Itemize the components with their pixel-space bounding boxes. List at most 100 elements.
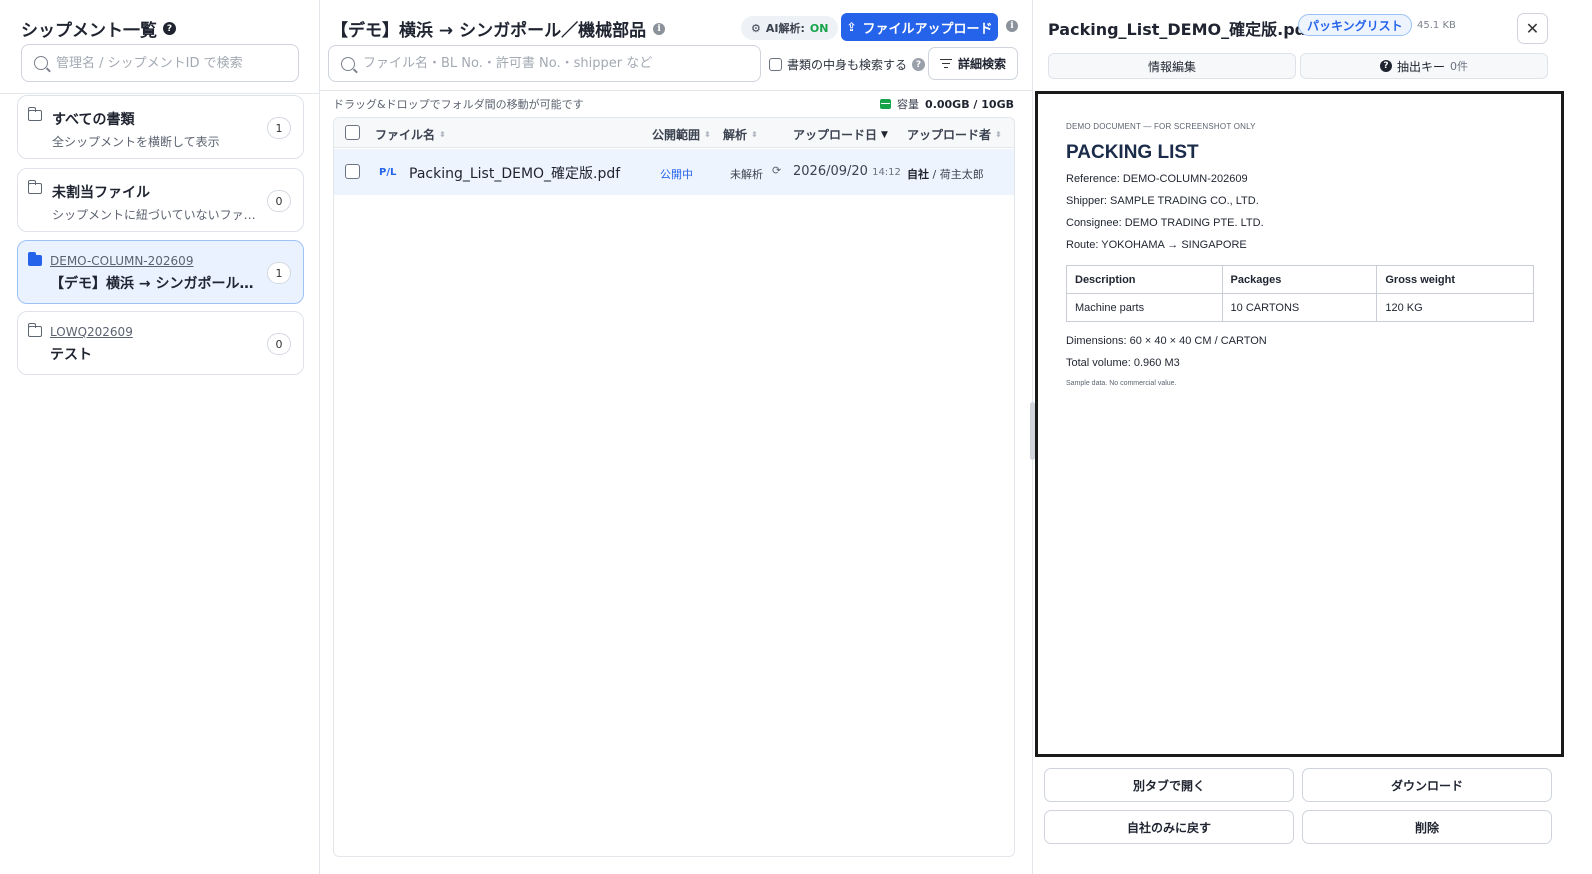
file-search-input[interactable] [363,56,760,71]
tab-extraction-keys[interactable]: ? 抽出キー 0件 [1300,53,1548,79]
sort-icon: ⬍ [751,129,758,139]
folder-shipment-demo-column[interactable]: DEMO-COLUMN-202609 【デモ】横浜 → シンガポール／機械部品 … [17,240,304,304]
folder-all-documents[interactable]: すべての書類 全シップメントを横断して表示 1 [17,95,304,159]
column-header-uploader[interactable]: アップロード者 ⬍ [907,126,1002,143]
file-upload-label: ファイルアップロード [862,21,993,37]
shipment-title-text: 【デモ】横浜 → シンガポール／機械部品 [331,21,647,41]
file-name[interactable]: Packing_List_DEMO_確定版.pdf [409,163,620,183]
help-icon[interactable]: ? [912,58,926,71]
file-search-box[interactable] [328,45,761,82]
folder-shipment-lowq[interactable]: LOWQ202609 テスト 0 [17,311,304,375]
folder-open-icon [27,252,42,266]
reanalyze-icon[interactable]: ⟳ [772,164,781,177]
doc-table-cell: 120 KG [1376,293,1534,322]
document-type-badge: パッキングリスト [1298,14,1412,36]
column-header-analysis[interactable]: 解析 ⬍ [723,126,758,143]
doc-kicker: DEMO DOCUMENT — FOR SCREENSHOT ONLY [1066,122,1256,131]
shipment-search-box[interactable] [21,44,299,82]
column-header-visibility[interactable]: 公開範囲 ⬍ [652,126,711,143]
shipment-id-link[interactable]: LOWQ202609 [50,325,133,339]
file-preview-pane: Packing_List_DEMO_確定版.pdf パッキングリスト 45.1 … [1030,0,1592,874]
content-search-label: 書類の中身も検索する [787,58,908,72]
table-header: ファイル名 ⬍ 公開範囲 ⬍ 解析 ⬍ アップロード日 ▼ アップロード者 ⬍ [334,118,1014,148]
analysis-status: 未解析 [730,168,763,181]
folder-subtitle: 全シップメントを横断して表示 [52,135,220,149]
advanced-search-button[interactable]: 詳細検索 [928,47,1018,80]
capacity-value: 0.00GB / 10GB [925,97,1014,111]
sort-descending-icon: ▼ [881,129,888,140]
table-row[interactable]: P/L Packing_List_DEMO_確定版.pdf 公開中 未解析 ⟳ … [334,149,1014,195]
sort-icon: ⬍ [995,129,1002,139]
help-icon: ? [1379,60,1392,72]
storage-capacity: 容量 0.00GB / 10GB [880,96,1014,112]
download-button[interactable]: ダウンロード [1302,768,1552,802]
uploader-org: 自社 [907,168,929,181]
filter-icon [939,59,952,69]
doc-table-row: Machine parts 10 CARTONS 120 KG [1066,293,1534,322]
shipment-search-input[interactable] [56,55,298,71]
column-header-filename[interactable]: ファイル名 ⬍ [375,126,446,143]
doc-table-header-row: Description Packages Gross weight [1066,265,1534,294]
visibility-status[interactable]: 公開中 [660,166,693,182]
upload-time: 14:12 [872,167,901,178]
ai-analysis-toggle[interactable]: ⚙ AI解析: ON [741,16,839,40]
upload-icon: ⇪ [846,20,857,34]
help-icon[interactable]: ? [163,22,176,35]
column-header-upload-date[interactable]: アップロード日 ▼ [793,126,888,143]
tab-edit-info-label: 情報編集 [1147,59,1196,74]
doc-table-cell: Machine parts [1066,293,1223,322]
doc-consignee: Consignee: DEMO TRADING PTE. LTD. [1066,217,1264,229]
pdf-document: DEMO DOCUMENT — FOR SCREENSHOT ONLY PACK… [1066,122,1534,387]
sort-icon: ⬍ [439,129,446,139]
folder-icon [27,323,42,337]
folder-count-badge: 1 [267,262,291,284]
folder-count-badge: 0 [267,333,291,355]
select-all-checkbox-wrap[interactable] [345,125,360,140]
shipment-sidebar: シップメント一覧 ? すべての書類 全シップメントを横断して表示 1 未割当ファ… [0,0,320,874]
drag-drop-hint: ドラッグ&ドロップでフォルダ間の移動が可能です [333,98,584,111]
tab-edit-info[interactable]: 情報編集 [1048,53,1296,79]
doc-note: Sample data. No commercial value. [1066,380,1177,387]
row-checkbox-wrap[interactable] [345,164,360,183]
info-icon[interactable]: i [653,22,666,35]
shipment-title: 【デモ】横浜 → シンガポール／機械部品 i [331,16,666,41]
folder-title: 未割当ファイル [52,185,150,201]
shipment-id-link[interactable]: DEMO-COLUMN-202609 [50,254,193,268]
close-preview-button[interactable]: ✕ [1517,13,1548,44]
close-icon: ✕ [1525,19,1540,38]
file-upload-button[interactable]: ⇪ ファイルアップロード [841,13,998,41]
delete-button[interactable]: 削除 [1302,810,1552,844]
sidebar-divider [0,93,320,94]
search-icon [34,56,48,70]
toolbar-divider [320,90,1032,91]
doc-dimensions: Dimensions: 60 × 40 × 40 CM / CARTON [1066,335,1267,347]
preview-file-name: Packing_List_DEMO_確定版.pdf [1048,20,1314,39]
advanced-search-label: 詳細検索 [957,57,1006,71]
sidebar-title-text: シップメント一覧 [21,21,157,41]
content-search-option[interactable]: 書類の中身も検索する ? [769,56,926,73]
folder-icon [27,107,42,121]
app-window: シップメント一覧 ? すべての書類 全シップメントを横断して表示 1 未割当ファ… [0,0,1592,874]
select-all-checkbox[interactable] [345,125,360,140]
folder-count-badge: 1 [267,117,291,139]
pdf-preview[interactable]: DEMO DOCUMENT — FOR SCREENSHOT ONLY PACK… [1035,91,1564,757]
search-icon [341,56,355,71]
document-type-tag: P/L [379,167,397,178]
sort-icon: ⬍ [704,129,711,139]
open-in-new-tab-button[interactable]: 別タブで開く [1044,768,1294,802]
revert-private-button[interactable]: 自社のみに戻す [1044,810,1294,844]
row-checkbox[interactable] [345,164,360,179]
folder-unassigned-files[interactable]: 未割当ファイル シップメントに紐づいていないファイル 0 [17,168,304,232]
content-search-checkbox[interactable] [769,58,782,71]
upload-date: 2026/09/20 14:12 [793,164,901,179]
upload-info-icon[interactable]: i [1006,20,1018,32]
capacity-label: 容量 [897,98,920,111]
doc-route: Route: YOKOHAMA → SINGAPORE [1066,239,1247,251]
extraction-keys-count: 0件 [1450,60,1468,73]
sidebar-title: シップメント一覧 ? [21,16,176,41]
gear-icon: ⚙ [751,21,761,35]
folder-subtitle: シップメントに紐づいていないファイル [52,208,262,222]
folder-count-badge: 0 [267,190,291,212]
file-size: 45.1 KB [1417,20,1456,31]
folder-title: すべての書類 [52,112,135,128]
